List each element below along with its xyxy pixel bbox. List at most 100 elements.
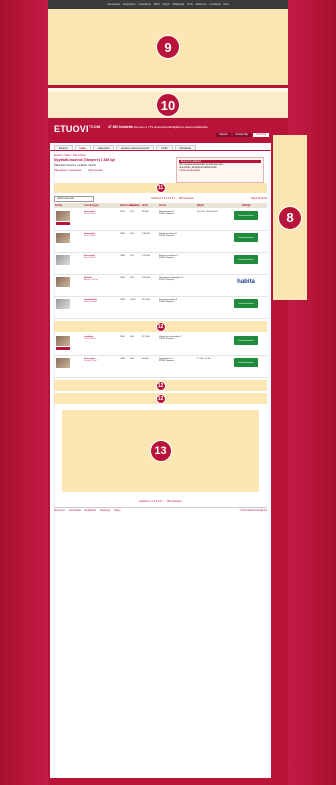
agent-logo[interactable]: Kiinteistömaailma [234,233,258,242]
col-header[interactable]: Välittäjä [225,205,267,207]
ad-number-badge: 12 [155,393,166,404]
listing-rooms: 1h+k, 32 m² [84,213,96,215]
listing-type-cell: Kerrostalo 2h+k, 56 m² [84,233,120,237]
listing-rooms: 4h+k+s, 92 m² [84,279,98,281]
col-header[interactable]: Hinta [142,205,159,207]
col-header[interactable]: Kohde [54,205,84,207]
footer-link[interactable]: Tietosuoja [100,510,111,512]
table-row[interactable]: Omakotitalo 5h+k, 134 m² 1958 134,0 315 000 K… [54,297,267,319]
agent-logo[interactable]: Kiinteistömaailma [234,299,258,308]
table-row[interactable]: Kerrostalo 1h+k, 32 m² 1972 32,0 99 000 Hämee… [54,209,267,231]
bottom-pagination[interactable]: Edellinen 1 2 3 4 5 6 7 ... 183 Seuraava [50,498,271,507]
modify-search-link[interactable]: Hakuehtojen muuttaminen [54,169,82,172]
top-link[interactable]: Myynti [163,3,170,6]
listing-photo[interactable] [56,255,70,265]
top-link[interactable]: Kaupunkien [123,3,136,6]
tab-tips[interactable]: Vinkit [156,145,173,150]
listing-photo[interactable] [56,211,70,221]
ad-slot-side[interactable]: 8 [273,135,307,300]
address-line: 33530 Tampere [159,301,175,303]
top-link[interactable]: Asuntoautot [107,3,120,6]
table-row[interactable]: Rivitalo 4h+k+s, 92 m² 2006 92,0 229 000 Herv… [54,275,267,297]
infobox-link[interactable]: Tutustu kohdevahtiin [179,170,261,172]
agent-logo[interactable]: habita [231,277,261,286]
my-page-button[interactable]: Oma sivu [253,133,269,137]
ad-slot-inline[interactable]: 12 [54,321,267,332]
listing-group: Luhtitalo 2h+k, 48 m² 1981 48,0 112 000 Vuore… [50,334,271,378]
agent-logo[interactable]: Kiinteistömaailma [234,211,258,220]
top-link[interactable]: Muut [224,3,229,6]
col-header[interactable]: Asuntotyyppi [84,205,120,207]
table-row[interactable]: Luhtitalo 2h+k, 48 m² 1981 48,0 112 000 Vuore… [54,334,267,356]
ad-slot-inline[interactable]: 12 [54,380,267,391]
tab-favourites[interactable]: Muistilista [174,145,196,150]
listing-thumbnail-cell [54,211,84,225]
col-header[interactable]: Osoite [159,205,197,207]
listing-address-cell: Vuoreksen puistokatu 2 33870 Tampere [159,336,197,340]
footer-link[interactable]: Asuntohaku [69,510,81,512]
ad-number-badge: 12 [155,380,166,391]
register-button[interactable]: Rekisteröidy [232,133,252,137]
listing-price: 315 000 [142,299,150,301]
top-link[interactable]: Mökit [154,3,160,6]
save-search-link[interactable]: Tallenna haku [88,169,103,172]
site-logo[interactable]: ETUOVI°COM [54,124,100,134]
background-left [0,0,48,785]
page-size-selector[interactable]: Näytä 10 20 50 [251,197,267,200]
table-row[interactable]: Kerrostalo 2h+k, 56 m² 1965 56,0 138 000 Sata… [54,231,267,253]
footer-link[interactable]: Ohjeet [114,510,121,512]
ad-number-badge: 10 [156,93,180,117]
table-row[interactable]: Kerrostalo 3h+k, 78 m² 1989 78,0 178 000 Kale… [54,253,267,275]
listing-thumbnail-cell [54,336,84,350]
new-badge [56,222,70,225]
listing-price: 99 000 [142,211,149,213]
sort-select[interactable]: Uusimmat ensin [54,195,94,202]
listing-photo[interactable] [56,299,70,309]
listing-type-cell: Luhtitalo 2h+k, 48 m² [84,336,120,340]
tab-alerts[interactable]: Hakuvahti [92,145,115,150]
listing-year: 1965 [120,233,125,235]
login-button[interactable]: Kirjaudu [216,133,231,137]
top-link[interactable]: Mökkianjat [173,3,184,6]
table-row[interactable]: Kerrostalo 1h+kk, 28 m² 1999 28,0 84 500 Pyyn… [54,356,267,378]
listing-area: 32,0 [130,211,135,213]
tab-rentals[interactable]: Etsitkö vuokra-asuntoa? [116,145,155,150]
listing-area: 134,0 [130,299,136,301]
tab-search[interactable]: Haku [74,145,91,150]
listing-area: 28,0 [130,358,135,360]
listing-photo[interactable] [56,336,70,346]
top-link[interactable]: Rakennus [196,3,207,6]
infobox-line: Voit muuttaa hakuehtojasi tai tallentaa … [179,164,224,166]
listing-thumbnail-cell [54,277,84,287]
tab-home[interactable]: Etusivu [54,145,73,150]
agent-logo[interactable]: Kiinteistömaailma [234,358,258,367]
listing-rooms: 3h+k, 78 m² [84,257,96,259]
col-header[interactable]: Rakennusvuosi [120,205,137,207]
new-badge [56,347,70,350]
address-line: 33870 Tampere [159,338,175,340]
top-link[interactable]: Vuokrasivut [139,3,151,6]
ad-slot-bottom[interactable]: 13 [62,410,259,492]
ad-slot-list[interactable]: 11 [54,183,267,193]
col-header[interactable]: Näyttö [197,205,225,207]
pagination[interactable]: Edellinen 1 2 3 4 5 6 7 ... 183 Seuraava [98,197,247,200]
agent-logo[interactable]: Kiinteistömaailma [234,336,258,345]
listing-area: 78,0 [130,255,135,257]
site-footer: Etuovi.com Asuntohaku Mediakortti Tietos… [54,507,267,512]
top-link[interactable]: Lomakodit [210,3,221,6]
listing-photo[interactable] [56,233,70,243]
main-page: ETUOVI°COM 37 060 kohdetta Suomen 1 779 … [50,121,271,778]
ad-slot-inline[interactable]: 12 [54,393,267,404]
col-header[interactable]: Pinta-ala [130,205,142,207]
site-tagline: 37 060 kohdetta Suomen 1 779 kiinteistön… [108,125,208,129]
listing-photo[interactable] [56,358,70,368]
agent-logo[interactable]: Kiinteistömaailma [234,255,258,264]
footer-link[interactable]: Mediakortti [85,510,96,512]
footer-link[interactable]: Etuovi.com [54,510,65,512]
ad-slot-mid[interactable]: 10 [48,88,288,118]
listing-photo[interactable] [56,277,70,287]
infobox-line: Uusi kohde -ilmoitukset sähköpostiisi [179,167,217,169]
listing-type-cell: Kerrostalo 1h+k, 32 m² [84,211,120,215]
top-link[interactable]: Tontit [187,3,193,6]
ad-slot-top[interactable]: 9 [48,9,288,85]
